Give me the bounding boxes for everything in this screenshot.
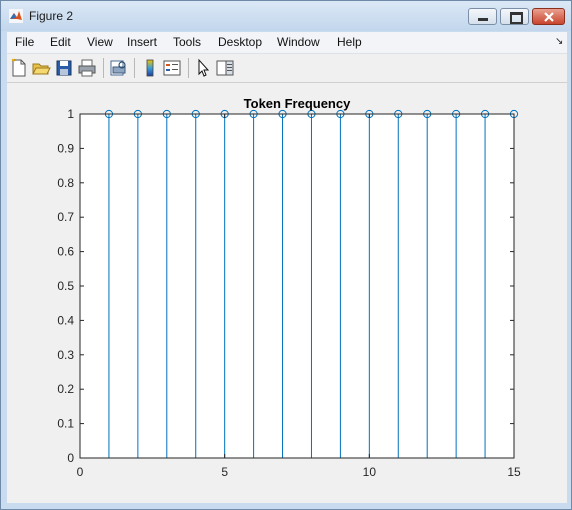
save-icon[interactable] (54, 58, 74, 78)
y-tick-label: 0.4 (57, 313, 74, 327)
menu-desktop[interactable]: Desktop (218, 35, 262, 49)
minimize-icon (478, 18, 488, 21)
minimize-button[interactable] (468, 8, 497, 25)
edit-plot-arrow-icon[interactable] (193, 58, 213, 78)
menu-view[interactable]: View (87, 35, 113, 49)
figure-canvas: 0 0.1 0.2 0.3 0.4 0.5 0.6 0.7 0.8 0.9 1 0 5 10 15 Tok… (7, 83, 567, 503)
window-title: Figure 2 (29, 9, 74, 23)
menu-insert[interactable]: Insert (127, 35, 157, 49)
menu-file[interactable]: File (15, 35, 34, 49)
insert-legend-icon[interactable] (162, 58, 182, 78)
x-tick-label: 5 (221, 465, 228, 479)
toolbar-separator (134, 58, 135, 78)
y-tick-label: 0.6 (57, 245, 74, 259)
print-preview-icon[interactable] (108, 58, 128, 78)
menu-help[interactable]: Help (337, 35, 362, 49)
x-tick-label: 10 (363, 465, 377, 479)
y-tick-label: 0.3 (57, 348, 74, 362)
y-tick-label: 0.5 (57, 279, 74, 293)
x-tick-label: 15 (507, 465, 521, 479)
y-tick-label: 0.1 (57, 417, 74, 431)
print-icon[interactable] (77, 58, 97, 78)
open-file-icon[interactable] (31, 58, 51, 78)
axes-area[interactable] (80, 114, 514, 458)
title-bar[interactable]: Figure 2 (1, 1, 571, 31)
menu-edit[interactable]: Edit (50, 35, 71, 49)
matlab-logo-icon (9, 9, 23, 23)
menu-tools[interactable]: Tools (173, 35, 201, 49)
window-bottom-border (7, 503, 567, 507)
chart-title: Token Frequency (244, 96, 351, 111)
maximize-button[interactable] (500, 8, 529, 25)
figure-window: Figure 2 File Edit View Insert Tools Des… (0, 0, 572, 510)
y-tick-label: 1 (67, 107, 74, 121)
figure-toolbar (7, 54, 567, 83)
y-tick-label: 0.9 (57, 141, 74, 155)
close-icon (544, 12, 554, 22)
menu-window[interactable]: Window (277, 35, 320, 49)
new-figure-icon[interactable] (9, 58, 29, 78)
insert-colorbar-icon[interactable] (140, 58, 160, 78)
dock-figure-icon[interactable]: ↘ (555, 36, 563, 47)
y-tick-label: 0.8 (57, 176, 74, 190)
maximize-icon (510, 12, 523, 24)
y-tick-label: 0.2 (57, 382, 74, 396)
y-tick-label: 0 (67, 451, 74, 465)
show-plot-tools-icon[interactable] (215, 58, 235, 78)
toolbar-separator (188, 58, 189, 78)
menu-bar: File Edit View Insert Tools Desktop Wind… (7, 32, 567, 54)
x-tick-label: 0 (77, 465, 84, 479)
y-tick-label: 0.7 (57, 210, 74, 224)
toolbar-separator (103, 58, 104, 78)
stem-plot: 0 0.1 0.2 0.3 0.4 0.5 0.6 0.7 0.8 0.9 1 0 5 10 15 Tok… (57, 96, 521, 479)
close-button[interactable] (532, 8, 565, 25)
